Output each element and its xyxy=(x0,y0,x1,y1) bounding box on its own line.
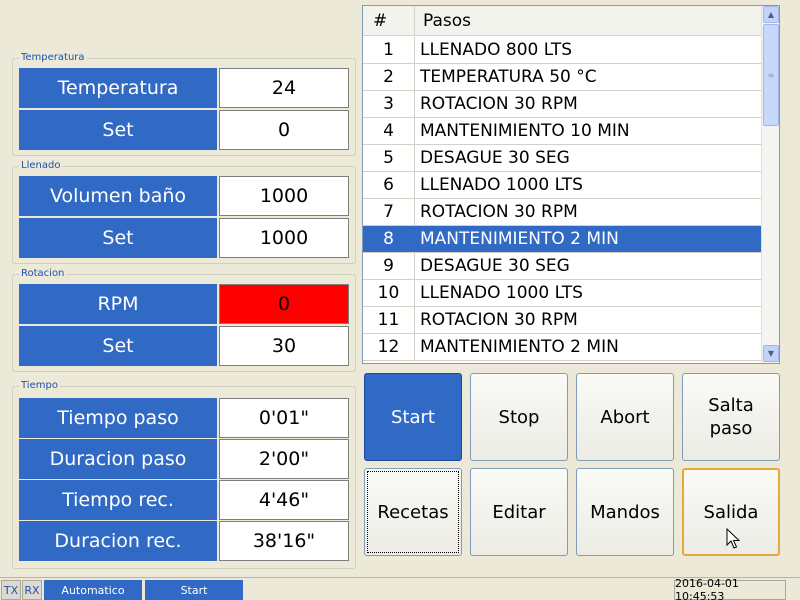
step-number: 2 xyxy=(363,64,415,90)
temperatura-value: 24 xyxy=(219,68,349,108)
step-row[interactable]: 4 MANTENIMIENTO 10 MIN xyxy=(363,118,761,145)
step-name: LLENADO 800 LTS xyxy=(420,40,573,60)
state-indicator: Start xyxy=(145,580,243,600)
step-row[interactable]: 3 ROTACION 30 RPM xyxy=(363,91,761,118)
step-row[interactable]: 5 DESAGUE 30 SEG xyxy=(363,145,761,172)
recetas-button[interactable]: Recetas xyxy=(364,468,462,556)
step-number: 11 xyxy=(363,307,415,333)
abort-button[interactable]: Abort xyxy=(576,373,674,461)
steps-header: # Pasos xyxy=(363,6,761,36)
step-number: 5 xyxy=(363,145,415,171)
editar-button[interactable]: Editar xyxy=(470,468,568,556)
step-name: ROTACION 30 RPM xyxy=(420,310,578,330)
step-number: 8 xyxy=(363,226,415,252)
step-row[interactable]: 7 ROTACION 30 RPM xyxy=(363,199,761,226)
temperatura-group: Temperatura Temperatura 24 Set 0 xyxy=(12,51,356,156)
tiempo-rec-label: Tiempo rec. xyxy=(19,480,217,520)
stop-button[interactable]: Stop xyxy=(470,373,568,461)
step-name: TEMPERATURA 50 °C xyxy=(420,67,597,87)
step-row[interactable]: 8 MANTENIMIENTO 2 MIN xyxy=(363,226,761,253)
rotacion-set-value[interactable]: 30 xyxy=(219,326,349,366)
salta-paso-label-line1: Salta xyxy=(708,395,754,416)
tiempo-rec-value: 4'46" xyxy=(219,480,349,520)
step-row[interactable]: 1 LLENADO 800 LTS xyxy=(363,37,761,64)
tx-indicator: TX xyxy=(1,580,21,600)
volumen-bano-value: 1000 xyxy=(219,176,349,216)
scroll-thumb[interactable]: ≡ xyxy=(763,24,779,126)
tiempo-group-title: Tiempo xyxy=(19,379,60,393)
column-header-number[interactable]: # xyxy=(363,6,415,35)
duracion-rec-label: Duracion rec. xyxy=(19,521,217,561)
step-name: DESAGUE 30 SEG xyxy=(420,148,570,168)
datetime-display: 2016-04-01 10:45:53 xyxy=(674,577,786,600)
column-header-pasos[interactable]: Pasos xyxy=(415,6,471,35)
status-bar: TX RX Automatico Start 2016-04-01 10:45:… xyxy=(0,577,800,600)
step-row[interactable]: 2 TEMPERATURA 50 °C xyxy=(363,64,761,91)
tiempo-paso-label: Tiempo paso xyxy=(19,398,217,438)
tiempo-paso-value: 0'01" xyxy=(219,398,349,438)
step-name: ROTACION 30 RPM xyxy=(420,202,578,222)
mouse-cursor-icon xyxy=(726,528,740,549)
temperatura-set-value[interactable]: 0 xyxy=(219,110,349,150)
temperatura-set-label: Set xyxy=(19,110,217,150)
step-number: 9 xyxy=(363,253,415,279)
steps-list[interactable]: # Pasos 1 LLENADO 800 LTS 2 TEMPERATURA 50 … xyxy=(362,5,780,364)
duracion-paso-label: Duracion paso xyxy=(19,439,217,479)
scroll-down-icon[interactable]: ▼ xyxy=(763,345,779,362)
steps-scrollbar[interactable]: ▲ ≡ ▼ xyxy=(761,6,779,363)
temperatura-label: Temperatura xyxy=(19,68,217,108)
start-button[interactable]: Start xyxy=(364,373,462,461)
salta-paso-button[interactable]: Salta paso xyxy=(682,373,780,461)
rotacion-set-label: Set xyxy=(19,326,217,366)
rpm-label: RPM xyxy=(19,284,217,324)
step-row[interactable]: 9 DESAGUE 30 SEG xyxy=(363,253,761,280)
step-name: LLENADO 1000 LTS xyxy=(420,283,583,303)
step-number: 10 xyxy=(363,280,415,306)
mode-indicator: Automatico xyxy=(44,580,142,600)
step-name: MANTENIMIENTO 2 MIN xyxy=(420,229,619,249)
step-number: 3 xyxy=(363,91,415,117)
step-number: 6 xyxy=(363,172,415,198)
step-number: 12 xyxy=(363,334,415,360)
steps-body: 1 LLENADO 800 LTS 2 TEMPERATURA 50 °C 3 ROTAC… xyxy=(363,37,761,361)
step-row[interactable]: 11 ROTACION 30 RPM xyxy=(363,307,761,334)
rotacion-group: Rotacion RPM 0 Set 30 xyxy=(12,267,356,372)
mandos-button[interactable]: Mandos xyxy=(576,468,674,556)
duracion-rec-value: 38'16" xyxy=(219,521,349,561)
scroll-up-icon[interactable]: ▲ xyxy=(763,6,779,23)
tiempo-group: Tiempo Tiempo paso 0'01" Duracion paso 2… xyxy=(12,379,356,569)
duracion-paso-value: 2'00" xyxy=(219,439,349,479)
step-row[interactable]: 6 LLENADO 1000 LTS xyxy=(363,172,761,199)
salta-paso-label-line2: paso xyxy=(709,418,753,439)
llenado-group-title: Llenado xyxy=(19,159,63,173)
step-row[interactable]: 10 LLENADO 1000 LTS xyxy=(363,280,761,307)
step-name: DESAGUE 30 SEG xyxy=(420,256,570,276)
step-name: ROTACION 30 RPM xyxy=(420,94,578,114)
rotacion-group-title: Rotacion xyxy=(19,267,67,281)
rpm-value: 0 xyxy=(219,284,349,324)
llenado-group: Llenado Volumen baño 1000 Set 1000 xyxy=(12,159,356,264)
step-row[interactable]: 12 MANTENIMIENTO 2 MIN xyxy=(363,334,761,361)
llenado-set-value[interactable]: 1000 xyxy=(219,218,349,258)
step-number: 4 xyxy=(363,118,415,144)
step-name: MANTENIMIENTO 2 MIN xyxy=(420,337,619,357)
step-name: LLENADO 1000 LTS xyxy=(420,175,583,195)
step-number: 1 xyxy=(363,37,415,63)
llenado-set-label: Set xyxy=(19,218,217,258)
rx-indicator: RX xyxy=(22,580,42,600)
temperatura-group-title: Temperatura xyxy=(19,51,87,65)
step-name: MANTENIMIENTO 10 MIN xyxy=(420,121,630,141)
volumen-bano-label: Volumen baño xyxy=(19,176,217,216)
step-number: 7 xyxy=(363,199,415,225)
